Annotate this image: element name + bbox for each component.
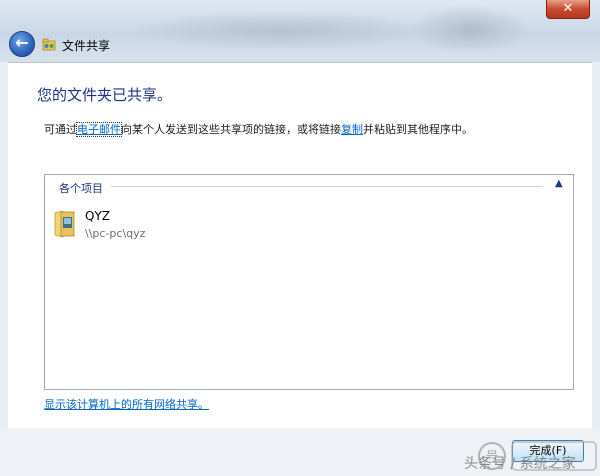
shared-folder-icon[interactable]	[53, 209, 75, 239]
file-sharing-icon	[42, 38, 56, 51]
description-part: 向某个人发送到这些共享项的链接，或将链接	[121, 123, 341, 136]
item-name[interactable]: QYZ	[85, 209, 110, 223]
group-title: 各个项目	[59, 182, 103, 195]
item-path: \\pc-pc\qyz	[85, 227, 145, 240]
description-part: 可通过	[44, 123, 77, 136]
page-title: 您的文件夹已共享。	[37, 86, 173, 104]
copy-link[interactable]: 复制	[341, 123, 363, 136]
email-link[interactable]: 电子邮件	[76, 122, 122, 137]
background-blur	[130, 10, 430, 50]
window-title: 文件共享	[62, 39, 111, 53]
description-part: 并粘贴到其他程序中。	[363, 123, 473, 136]
close-button[interactable]: ✕	[546, 0, 590, 19]
shared-items-panel: 各个项目 ▲ QYZ \\pc-pc\qyz	[44, 174, 574, 390]
back-button[interactable]: ←	[9, 31, 35, 57]
group-divider	[111, 186, 543, 187]
watermark-text: 头条号 / 系统之家	[464, 456, 576, 472]
description-text: 可通过电子邮件向某个人发送到这些共享项的链接，或将链接复制并粘贴到其他程序中。	[44, 121, 473, 137]
path-text: \\pc-pc\qyz	[85, 227, 146, 240]
chevron-up-icon[interactable]: ▲	[555, 178, 563, 189]
background-blur	[410, 4, 530, 54]
show-all-shares-link[interactable]: 显示该计算机上的所有网络共享。	[44, 396, 209, 412]
